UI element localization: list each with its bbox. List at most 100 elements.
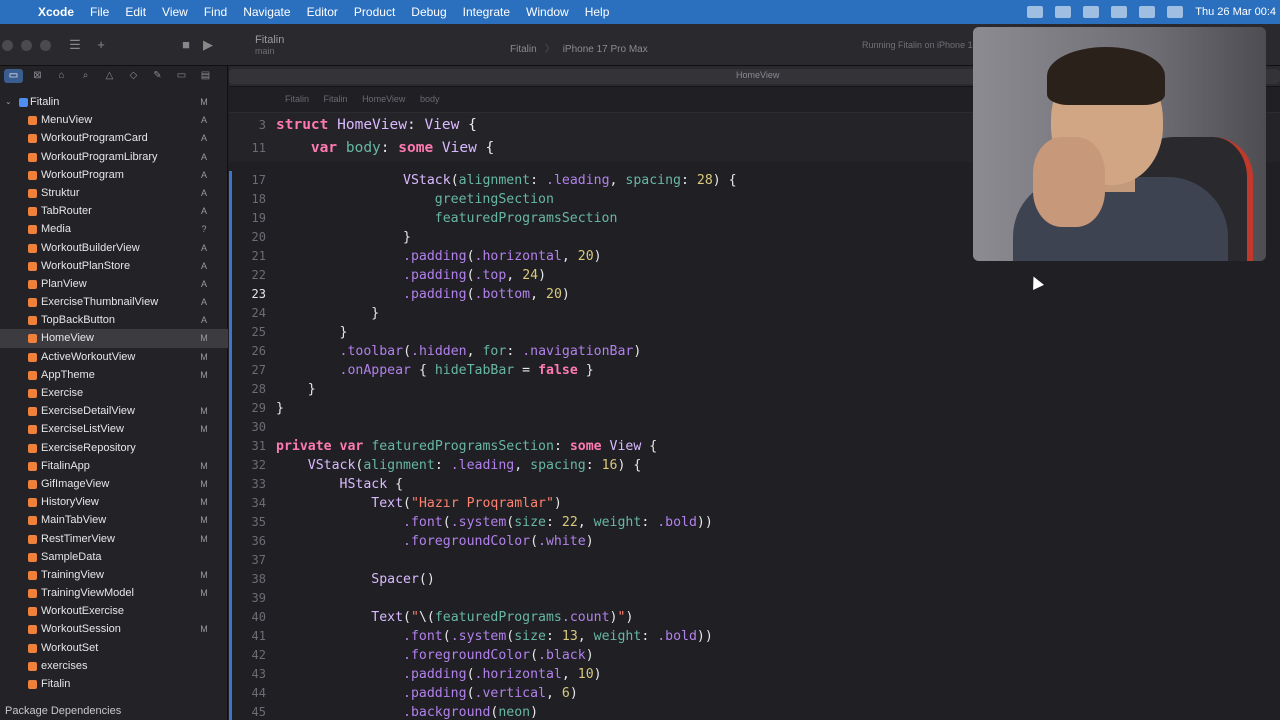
report-icon[interactable]: ▤ — [196, 69, 215, 83]
file-item[interactable]: MenuView A — [0, 111, 228, 129]
run-icon[interactable]: ▶ — [199, 36, 217, 54]
line-number[interactable]: 38 — [229, 570, 266, 589]
code-line[interactable]: 45 .background(neon) — [229, 703, 1280, 720]
line-number[interactable]: 23 — [229, 285, 266, 304]
issue-icon[interactable]: △ — [100, 69, 119, 83]
chevron-down-icon[interactable]: ⌄ — [5, 93, 12, 111]
wifi-icon[interactable] — [1111, 6, 1128, 18]
breakpoint-icon[interactable]: ▭ — [172, 69, 191, 83]
line-number[interactable]: 41 — [229, 627, 266, 646]
file-item[interactable]: ExerciseThumbnailView A — [0, 293, 228, 311]
file-item[interactable]: ExerciseDetailView M — [0, 402, 228, 420]
breadcrumb-item[interactable]: Fitalin — [318, 94, 354, 104]
file-item[interactable]: RestTimerView M — [0, 530, 228, 548]
line-number[interactable]: 40 — [229, 608, 266, 627]
code-line[interactable]: 25 } — [229, 323, 1280, 342]
line-number[interactable]: 19 — [229, 209, 266, 228]
line-number[interactable]: 24 — [229, 304, 266, 323]
code-line[interactable]: 43 .padding(.horizontal, 10) — [229, 665, 1280, 684]
control-center-icon[interactable] — [1167, 6, 1184, 18]
line-number[interactable]: 37 — [229, 551, 266, 570]
test-icon[interactable]: ◇ — [124, 69, 143, 83]
code-line[interactable]: 44 .padding(.vertical, 6) — [229, 684, 1280, 703]
package-dependencies[interactable]: Package Dependencies — [5, 705, 121, 717]
code-line[interactable]: 39 — [229, 589, 1280, 608]
file-item[interactable]: TopBackButton A — [0, 311, 228, 329]
stop-icon[interactable]: ■ — [177, 36, 195, 54]
line-number[interactable]: 29 — [229, 399, 266, 418]
file-item[interactable]: MainTabView M — [0, 511, 228, 529]
file-item[interactable]: WorkoutProgram A — [0, 166, 228, 184]
line-number[interactable]: 35 — [229, 513, 266, 532]
code-line[interactable]: 37 — [229, 551, 1280, 570]
file-item[interactable]: PlanView A — [0, 275, 228, 293]
minimize-window-button[interactable] — [21, 40, 32, 51]
menu-edit[interactable]: Edit — [117, 5, 154, 19]
line-number[interactable]: 36 — [229, 532, 266, 551]
file-item[interactable]: WorkoutSet — [0, 639, 228, 657]
line-number[interactable]: 26 — [229, 342, 266, 361]
file-item[interactable]: TrainingView M — [0, 566, 228, 584]
menu-editor[interactable]: Editor — [299, 5, 346, 19]
line-number[interactable]: 21 — [229, 247, 266, 266]
status-icon[interactable] — [1083, 6, 1100, 18]
code-line[interactable]: 40 Text("\(featuredPrograms.count)") — [229, 608, 1280, 627]
project-title[interactable]: Fitalin — [255, 34, 284, 46]
line-number[interactable]: 27 — [229, 361, 266, 380]
file-item[interactable]: WorkoutBuilderView A — [0, 239, 228, 257]
bookmark-icon[interactable]: ⌂ — [52, 69, 71, 83]
file-item[interactable]: WorkoutProgramLibrary A — [0, 148, 228, 166]
menu-product[interactable]: Product — [346, 5, 403, 19]
file-item[interactable]: TabRouter A — [0, 202, 228, 220]
code-line[interactable]: 35 .font(.system(size: 22, weight: .bold… — [229, 513, 1280, 532]
menu-debug[interactable]: Debug — [403, 5, 454, 19]
menu-find[interactable]: Find — [196, 5, 235, 19]
breadcrumb-item[interactable]: Fitalin — [279, 94, 315, 104]
file-item[interactable]: Struktur A — [0, 184, 228, 202]
code-line[interactable]: 23 .padding(.bottom, 20) — [229, 285, 1280, 304]
code-line[interactable]: 27 .onAppear { hideTabBar = false } — [229, 361, 1280, 380]
file-item[interactable]: WorkoutExercise — [0, 602, 228, 620]
code-line[interactable]: 29} — [229, 399, 1280, 418]
breadcrumb-item[interactable]: HomeView — [356, 94, 411, 104]
code-line[interactable]: 34 Text("Hazır Proqramlar") — [229, 494, 1280, 513]
code-line[interactable]: 26 .toolbar(.hidden, for: .navigationBar… — [229, 342, 1280, 361]
source-control-icon[interactable]: ⊠ — [28, 69, 47, 83]
add-icon[interactable]: + — [92, 36, 110, 54]
line-number[interactable]: 32 — [229, 456, 266, 475]
line-number[interactable]: 22 — [229, 266, 266, 285]
line-number[interactable]: 25 — [229, 323, 266, 342]
file-item[interactable]: GifImageView M — [0, 475, 228, 493]
clock[interactable]: Thu 26 Mar 00:4 — [1195, 6, 1276, 18]
code-line[interactable]: 30 — [229, 418, 1280, 437]
line-number[interactable]: 42 — [229, 646, 266, 665]
code-line[interactable]: 41 .font(.system(size: 13, weight: .bold… — [229, 627, 1280, 646]
line-number[interactable]: 45 — [229, 703, 266, 720]
line-number[interactable]: 20 — [229, 228, 266, 247]
file-item[interactable]: FitalinApp M — [0, 457, 228, 475]
close-window-button[interactable] — [2, 40, 13, 51]
debug-icon[interactable]: ✎ — [148, 69, 167, 83]
file-item[interactable]: WorkoutSession M — [0, 620, 228, 638]
source-change-bar[interactable] — [229, 171, 232, 720]
status-icon[interactable] — [1027, 6, 1044, 18]
project-branch[interactable]: main — [255, 46, 275, 56]
file-item[interactable]: ExerciseListView M — [0, 420, 228, 438]
menu-help[interactable]: Help — [577, 5, 618, 19]
menu-navigate[interactable]: Navigate — [235, 5, 298, 19]
code-line[interactable]: 22 .padding(.top, 24) — [229, 266, 1280, 285]
file-item[interactable]: AppTheme M — [0, 366, 228, 384]
file-item[interactable]: exercises — [0, 657, 228, 675]
run-destination[interactable]: iPhone 17 Pro Max — [563, 44, 648, 55]
zoom-window-button[interactable] — [40, 40, 51, 51]
code-line[interactable]: 36 .foregroundColor(.white) — [229, 532, 1280, 551]
menu-view[interactable]: View — [154, 5, 196, 19]
file-item[interactable]: Media? — [0, 220, 228, 238]
file-item[interactable]: Fitalin — [0, 675, 228, 693]
code-line[interactable]: 33 HStack { — [229, 475, 1280, 494]
line-number[interactable]: 33 — [229, 475, 266, 494]
status-icon[interactable] — [1055, 6, 1072, 18]
breadcrumb-item[interactable]: body — [414, 94, 446, 104]
line-number[interactable]: 30 — [229, 418, 266, 437]
code-line[interactable]: 42 .foregroundColor(.black) — [229, 646, 1280, 665]
